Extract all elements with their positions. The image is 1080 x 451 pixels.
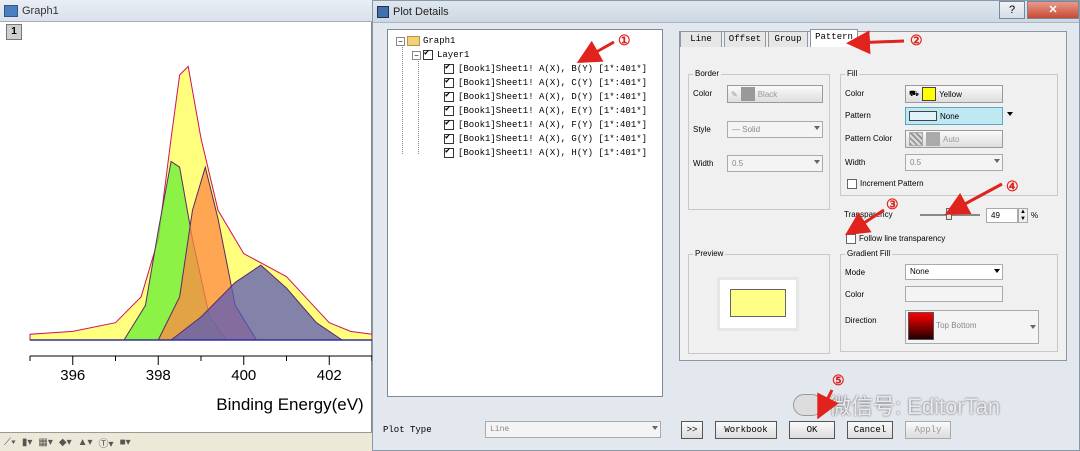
annotation-arrow-5 xyxy=(817,389,839,420)
annotation-number-4: ④ xyxy=(1006,178,1019,194)
annotation-arrow-2 xyxy=(846,30,905,55)
annotation-arrow-3 xyxy=(844,208,885,236)
annotation-number-5: ⑤ xyxy=(832,372,845,388)
annotation-arrow-1 xyxy=(576,40,615,63)
annotation-number-2: ② xyxy=(910,32,923,48)
annotation-arrow-4 xyxy=(944,182,1003,215)
annotation-number-3: ③ xyxy=(886,196,899,212)
annotation-number-1: ① xyxy=(618,32,631,48)
annotation-overlay xyxy=(576,30,1003,420)
